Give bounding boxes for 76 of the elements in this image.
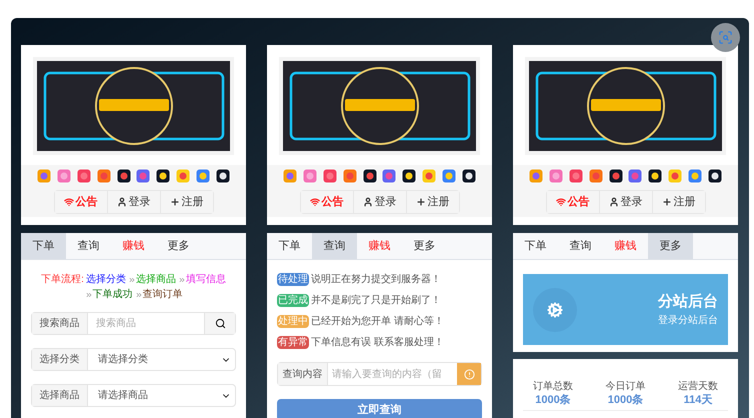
app-icon[interactable]	[462, 169, 476, 183]
app-icon[interactable]	[648, 169, 662, 183]
app-icon[interactable]	[216, 169, 230, 183]
status-description: 并不是刷完了只是开始刷了！	[311, 294, 441, 308]
stat-label: 今日订单	[606, 380, 646, 394]
status-badge: 有异常	[277, 336, 309, 349]
status-badge: 处理中	[277, 315, 309, 328]
tab[interactable]: 更多	[402, 233, 447, 259]
tab[interactable]: 赚钱	[111, 233, 156, 259]
select-field[interactable]: 选择分类 请选择分类	[31, 348, 236, 371]
backend-title: 分站后台	[658, 292, 718, 312]
tab[interactable]: 更多	[648, 233, 693, 259]
tab[interactable]: 更多	[156, 233, 201, 259]
search-field[interactable]: 搜索商品 搜索商品	[31, 312, 236, 335]
status-description: 下单信息有误 联系客服处理！	[311, 336, 444, 350]
query-field[interactable]: 查询内容 请输入要查询的内容（留	[277, 362, 482, 386]
field-label: 搜索商品	[32, 313, 88, 334]
app-icon[interactable]	[156, 169, 170, 183]
user-icon	[362, 197, 372, 207]
query-input[interactable]: 请输入要查询的内容（留	[328, 363, 457, 385]
plus-icon	[662, 197, 672, 207]
tab[interactable]: 赚钱	[357, 233, 402, 259]
tab[interactable]: 查询	[312, 233, 357, 259]
select-value: 请选择商品	[97, 388, 149, 403]
app-icon[interactable]	[402, 169, 416, 183]
flow-step: 选择商品	[136, 272, 176, 287]
select-value: 请选择分类	[97, 352, 149, 367]
search-button[interactable]	[204, 313, 235, 334]
flow-step: 下单流程:	[41, 272, 84, 287]
stat-value: 1000条	[608, 394, 644, 406]
status-badge: 待处理	[277, 273, 309, 286]
app-icon[interactable]	[116, 169, 130, 183]
app-icon[interactable]	[362, 169, 376, 183]
arrow-icon	[84, 290, 92, 298]
flow-step: 选择分类	[86, 272, 126, 287]
flow-step: 查询订单	[142, 287, 182, 302]
search-icon	[214, 318, 226, 329]
tab[interactable]: 下单	[21, 233, 66, 259]
tab[interactable]: 查询	[558, 233, 603, 259]
tab[interactable]: 查询	[66, 233, 111, 259]
backend-subtitle: 登录分站后台	[658, 314, 718, 328]
status-description: 说明正在努力提交到服务器！	[311, 272, 441, 287]
plus-icon	[416, 197, 426, 207]
wifi-icon	[310, 197, 320, 207]
gear-icon	[547, 302, 563, 318]
user-icon	[608, 197, 618, 207]
register-button[interactable]: 注册	[160, 191, 212, 213]
arrow-icon	[178, 276, 186, 284]
field-label: 选择商品	[32, 385, 88, 406]
stat-label: 订单总数	[533, 380, 573, 394]
app-icon[interactable]	[608, 169, 622, 183]
select-field[interactable]: 选择商品 请选择商品	[31, 384, 236, 407]
flow-step: 填写信息	[186, 272, 226, 287]
tab[interactable]: 赚钱	[603, 233, 648, 259]
status-description: 已经开始为您开单 请耐心等！	[311, 314, 444, 329]
field-label: 查询内容	[278, 363, 328, 385]
app-icon[interactable]	[708, 169, 722, 183]
plus-icon	[170, 197, 180, 207]
tab[interactable]: 下单	[513, 233, 558, 259]
status-badge: 已完成	[277, 294, 309, 307]
arrow-icon	[134, 290, 142, 298]
flow-step: 下单成功	[92, 287, 132, 302]
stat-label: 运营天数	[678, 380, 718, 394]
register-button[interactable]: 注册	[406, 191, 458, 213]
tab[interactable]: 下单	[267, 233, 312, 259]
register-button[interactable]: 注册	[652, 191, 704, 213]
wifi-icon	[556, 197, 566, 207]
arrow-icon	[128, 276, 136, 284]
field-label: 选择分类	[32, 349, 88, 370]
stat-value: 114天	[684, 394, 712, 406]
stat-value: 1000条	[535, 394, 571, 406]
alert-icon	[464, 368, 474, 380]
wifi-icon	[64, 197, 74, 207]
scan-search-icon	[718, 30, 733, 45]
search-input[interactable]: 搜索商品	[88, 313, 204, 334]
user-icon	[116, 197, 126, 207]
